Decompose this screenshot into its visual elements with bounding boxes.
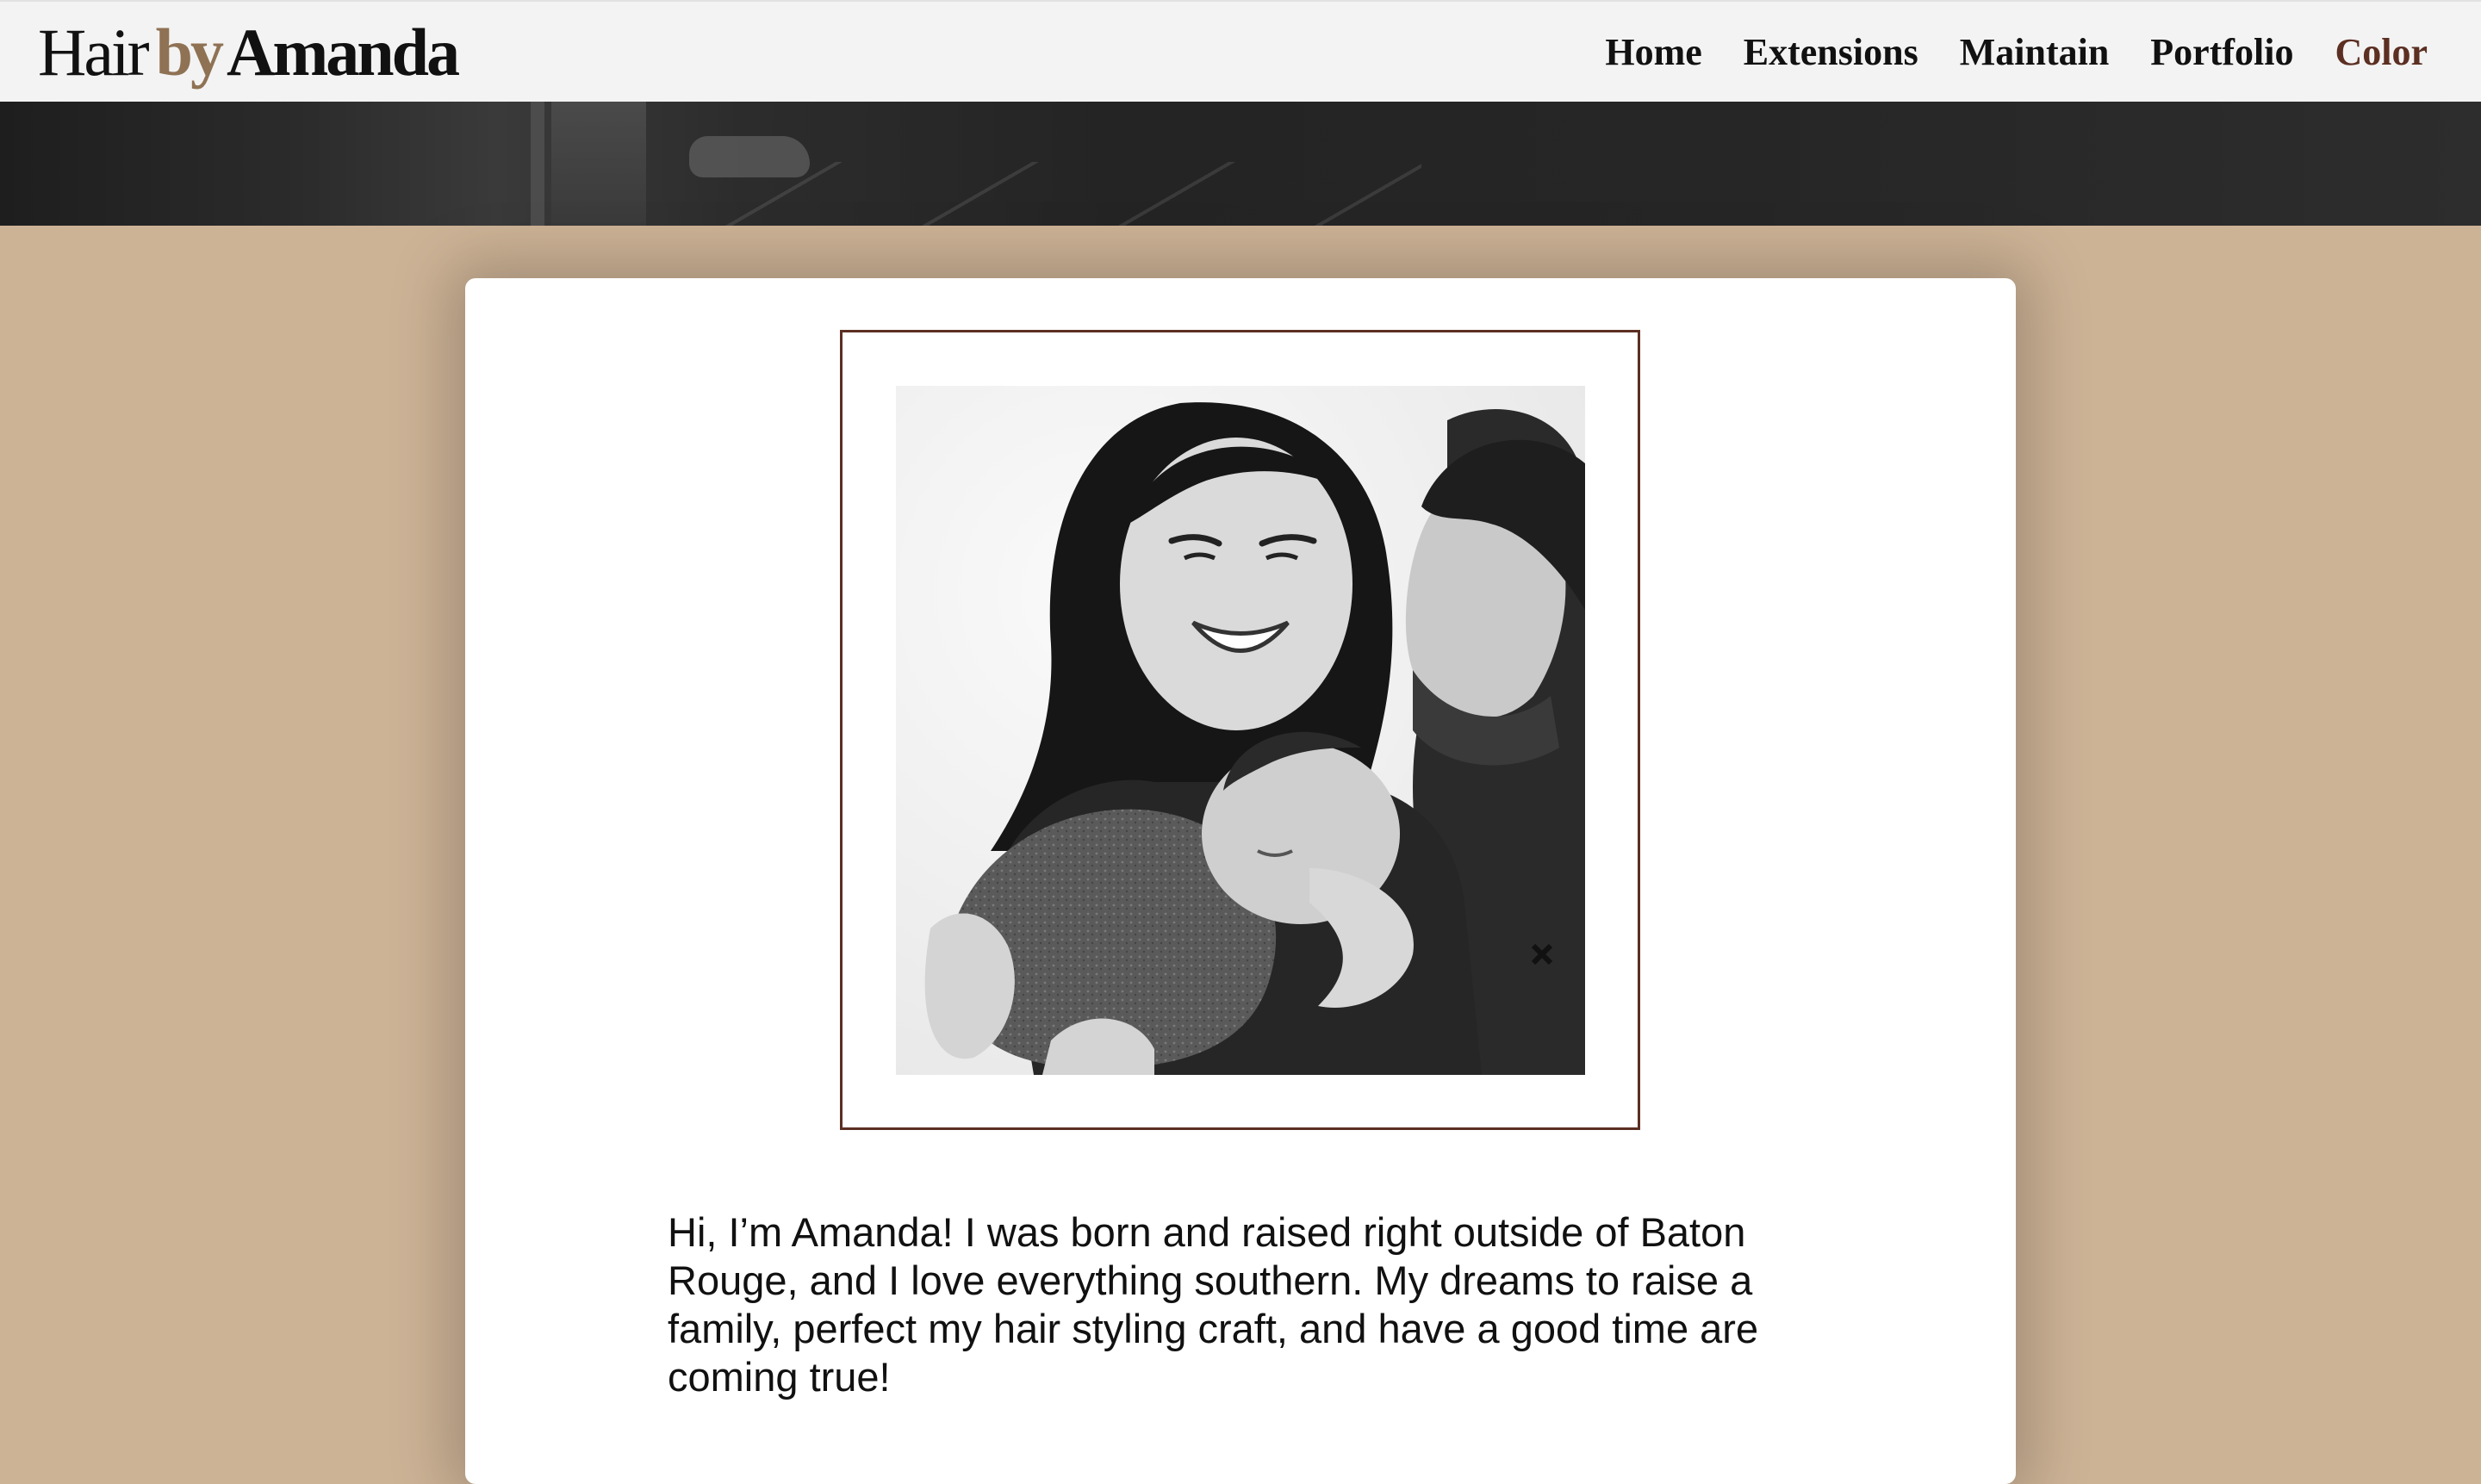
main-nav: Home Extensions Maintain Portfolio Color [1605, 22, 2428, 83]
logo-word-by: by [155, 15, 224, 90]
hero-banner-image [0, 102, 2481, 226]
hero-floorboards [646, 162, 1421, 226]
logo-word-amanda: Amanda [227, 15, 460, 90]
hero-door-post [531, 102, 544, 226]
about-bio-text: Hi, I’m Amanda! I was born and raised ri… [668, 1209, 1759, 1400]
logo-word-hair: Hair [38, 15, 150, 90]
about-card: Hi, I’m Amanda! I was born and raised ri… [465, 278, 2016, 1484]
nav-color-link[interactable]: Color [2335, 22, 2428, 83]
site-logo[interactable]: Hair byAmanda [38, 10, 460, 95]
family-photo [896, 386, 1585, 1075]
photo-frame [840, 330, 1640, 1130]
nav-extensions-link[interactable]: Extensions [1744, 22, 1918, 83]
nav-portfolio-link[interactable]: Portfolio [2150, 22, 2293, 83]
nav-home-link[interactable]: Home [1605, 22, 1701, 83]
hero-window [551, 102, 646, 226]
family-photo-illustration [896, 386, 1585, 1075]
site-header: Hair byAmanda Home Extensions Maintain Po… [0, 0, 2481, 102]
nav-maintain-link[interactable]: Maintain [1960, 22, 2110, 83]
